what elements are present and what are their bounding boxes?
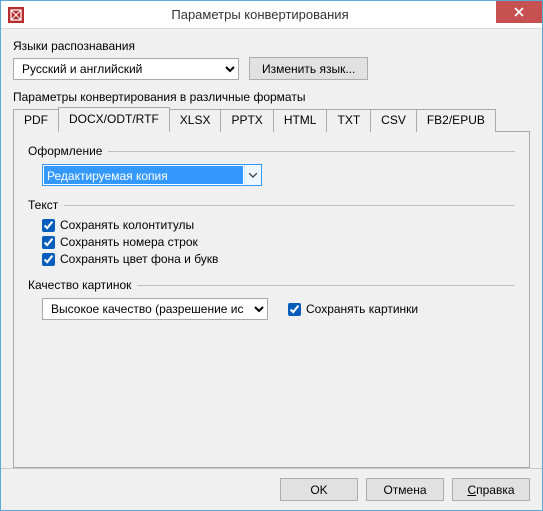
titlebar: Параметры конвертирования — [1, 1, 542, 29]
help-button[interactable]: Справка — [452, 478, 530, 501]
close-icon — [514, 7, 524, 17]
formats-label: Параметры конвертирования в различные фо… — [13, 90, 530, 104]
quality-legend: Качество картинок — [28, 278, 137, 292]
tab-csv[interactable]: CSV — [370, 109, 417, 132]
layout-combo[interactable]: Редактируемая копия — [42, 164, 262, 186]
keep-linenums-check[interactable]: Сохранять номера строк — [42, 235, 515, 249]
tabs-row: PDF DOCX/ODT/RTF XLSX PPTX HTML TXT CSV … — [13, 109, 530, 132]
tab-panel: Оформление Редактируемая копия Текст — [13, 131, 530, 468]
keep-colors-checkbox[interactable] — [42, 253, 55, 266]
ok-button[interactable]: OK — [280, 478, 358, 501]
keep-headers-checkbox[interactable] — [42, 219, 55, 232]
lang-row: Русский и английский Изменить язык... — [13, 57, 530, 80]
lang-label: Языки распознавания — [13, 39, 530, 53]
close-button[interactable] — [496, 1, 542, 23]
tab-pptx[interactable]: PPTX — [220, 109, 273, 132]
change-lang-button[interactable]: Изменить язык... — [249, 57, 368, 80]
keep-headers-label: Сохранять колонтитулы — [60, 218, 194, 232]
keep-pictures-label: Сохранять картинки — [306, 302, 418, 316]
layout-legend: Оформление — [28, 144, 108, 158]
lang-combo[interactable]: Русский и английский — [13, 58, 239, 80]
divider — [137, 285, 515, 286]
keep-pictures-checkbox[interactable] — [288, 303, 301, 316]
divider — [108, 151, 515, 152]
window-title: Параметры конвертирования — [24, 7, 496, 22]
keep-linenums-label: Сохранять номера строк — [60, 235, 198, 249]
tab-pdf[interactable]: PDF — [13, 109, 59, 132]
keep-colors-label: Сохранять цвет фона и букв — [60, 252, 218, 266]
dialog-window: Параметры конвертирования Языки распозна… — [0, 0, 543, 511]
text-fieldset: Текст Сохранять колонтитулы Сохранять но… — [28, 198, 515, 266]
layout-fieldset: Оформление Редактируемая копия — [28, 144, 515, 186]
chevron-down-icon — [244, 165, 261, 185]
tab-xlsx[interactable]: XLSX — [169, 109, 222, 132]
content-area: Языки распознавания Русский и английский… — [1, 29, 542, 468]
tab-fb2[interactable]: FB2/EPUB — [416, 109, 496, 132]
cancel-button[interactable]: Отмена — [366, 478, 444, 501]
tab-docx[interactable]: DOCX/ODT/RTF — [58, 107, 170, 132]
keep-colors-check[interactable]: Сохранять цвет фона и букв — [42, 252, 515, 266]
quality-combo[interactable]: Высокое качество (разрешение ис — [42, 298, 268, 320]
bottom-bar: OK Отмена Справка — [1, 468, 542, 510]
divider — [64, 205, 515, 206]
tab-txt[interactable]: TXT — [326, 109, 371, 132]
text-legend: Текст — [28, 198, 64, 212]
layout-combo-value: Редактируемая копия — [44, 166, 243, 184]
keep-headers-check[interactable]: Сохранять колонтитулы — [42, 218, 515, 232]
quality-fieldset: Качество картинок Высокое качество (разр… — [28, 278, 515, 320]
keep-linenums-checkbox[interactable] — [42, 236, 55, 249]
tab-html[interactable]: HTML — [273, 109, 328, 132]
keep-pictures-check[interactable]: Сохранять картинки — [288, 302, 418, 316]
app-icon — [8, 7, 24, 23]
